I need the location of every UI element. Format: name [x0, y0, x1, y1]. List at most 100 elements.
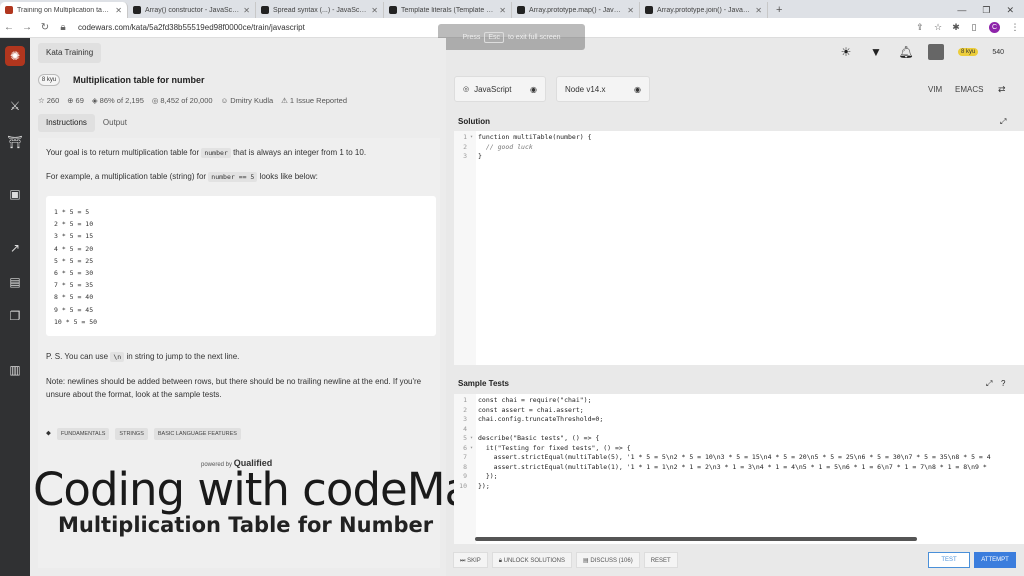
vim-mode-button[interactable]: VIM [928, 85, 942, 94]
author-stat[interactable]: ☺ Dmitry Kudla [221, 96, 274, 105]
browser-tab-bar: Training on Multiplication table for ✕ Arr… [0, 0, 1024, 18]
target-icon: ◎ [151, 96, 159, 105]
collections-stat[interactable]: ⊕ 69 [67, 96, 84, 105]
docs-book-icon[interactable]: ▥ [7, 362, 23, 378]
code-text: } [478, 152, 482, 160]
code-line: 3 chai.config.truncateThreshold=0; [454, 415, 603, 424]
language-select[interactable]: ◎ JavaScript ◉ [454, 76, 546, 102]
tab-instructions[interactable]: Instructions [38, 114, 95, 132]
sidepanel-icon[interactable]: ▯ [965, 22, 983, 33]
line-number: 3 [463, 415, 467, 423]
breadcrumb[interactable]: Kata Training [38, 43, 102, 63]
discuss-button[interactable]: ▤ DISCUSS (106) [576, 552, 640, 568]
close-tab-icon[interactable]: ✕ [371, 6, 378, 15]
video-overlay-title: Coding with codeManS [33, 463, 527, 516]
solution-expand-icon[interactable]: ⤢ [1000, 114, 1006, 130]
chevron-down-icon: ◉ [530, 84, 537, 94]
stars-stat[interactable]: ☆ 260 [38, 96, 59, 105]
satisfaction-stat: ◈ 86% of 2,195 [91, 96, 144, 105]
emacs-mode-button[interactable]: EMACS [955, 85, 983, 94]
code-text: }); [478, 481, 490, 490]
video-overlay-subtitle: Multiplication Table for Number [58, 513, 434, 537]
example-line: 8 * 5 = 40 [54, 293, 94, 302]
code-text: function multiTable(number) { [478, 133, 592, 141]
example-line: 6 * 5 = 30 [54, 269, 94, 278]
test-button[interactable]: TEST [928, 552, 970, 568]
code-line: 2 const assert = chai.assert; [454, 406, 584, 415]
code-line: 1 const chai = require("chai"); [454, 396, 592, 405]
close-tab-icon[interactable]: ✕ [755, 6, 762, 15]
code-line: 8 assert.strictEqual(multiTable(1), '1 *… [454, 463, 987, 472]
leaderboard-icon[interactable]: ↗ [7, 240, 23, 256]
bookmark-icon[interactable]: ▼ [868, 44, 884, 60]
practice-icon[interactable]: ⚔ [7, 98, 23, 114]
restore-icon[interactable]: ❐ [982, 2, 990, 18]
extensions-icon[interactable]: ✱ [947, 22, 965, 33]
profile-avatar[interactable]: C [989, 22, 1000, 33]
browser-tab-title: Array.prototype.join() - JavaScript [657, 6, 753, 14]
rank-badge: 8 kyu [958, 48, 979, 56]
tab-output[interactable]: Output [95, 114, 135, 132]
briefcase-icon[interactable]: ▣ [7, 186, 23, 202]
solution-editor[interactable]: 1 ▾ function multiTable(number) {2 // good… [454, 131, 1024, 365]
minimize-icon[interactable]: — [957, 2, 966, 18]
chevron-down-icon: ◉ [634, 84, 641, 94]
horizontal-scrollbar[interactable] [475, 537, 917, 541]
close-tab-icon[interactable]: ✕ [115, 6, 122, 15]
tag-chip[interactable]: BASIC LANGUAGE FEATURES [153, 428, 241, 440]
close-window-icon[interactable]: ✕ [1006, 2, 1014, 18]
menu-kebab-icon[interactable]: ⋮ [1006, 22, 1024, 33]
browser-tab[interactable]: Array.prototype.join() - JavaScript ✕ [640, 2, 768, 18]
bookmark-star-icon[interactable]: ☆ [929, 22, 947, 33]
browser-tab[interactable]: Template literals (Template strings ✕ [384, 2, 512, 18]
example-line: 9 * 5 = 45 [54, 305, 94, 314]
browser-tab[interactable]: Array.prototype.map() - JavaScript |✕ [512, 2, 640, 18]
close-tab-icon[interactable]: ✕ [627, 6, 634, 15]
browser-tab[interactable]: Spread syntax (...) - JavaScript | M✕ [256, 2, 384, 18]
issues-stat[interactable]: ⚠ 1 Issue Reported [281, 96, 347, 105]
example-line: 10 * 5 = 50 [54, 317, 98, 326]
avatar[interactable] [928, 44, 944, 60]
code-text: // good luck [478, 142, 533, 151]
line-number: 2 [463, 142, 467, 151]
codewars-logo-icon[interactable]: ✺ [5, 46, 25, 66]
back-icon[interactable]: ← [0, 22, 18, 33]
reload-icon[interactable]: ↻ [36, 22, 54, 33]
reset-button[interactable]: RESET [643, 552, 678, 568]
notification-bell-icon[interactable]: 🔔︎ [898, 44, 914, 60]
sample-tests-heading: Sample Tests [458, 379, 509, 388]
unlock-solutions-button[interactable]: 🔒︎ UNLOCK SOLUTIONS [491, 552, 572, 568]
forward-icon[interactable]: → [18, 22, 36, 33]
layout-toggle-icon[interactable]: ⇄ [998, 84, 1006, 95]
theme-sun-icon[interactable]: ☀ [838, 44, 854, 60]
browser-tab[interactable]: Array() constructor - JavaScript | M✕ [128, 2, 256, 18]
tag-chip[interactable]: STRINGS [115, 428, 148, 440]
code-line: 7 assert.strictEqual(multiTable(5), '1 *… [454, 453, 991, 462]
version-select[interactable]: Node v14.x ◉ [556, 76, 650, 102]
tag-chip[interactable]: FUNDAMENTALS [56, 428, 110, 440]
browser-tab-title: Training on Multiplication table for [17, 6, 113, 14]
discussion-icon[interactable]: ❐ [7, 308, 23, 324]
code-text: const chai = require("chai"); [478, 396, 592, 404]
line-number: 8 [463, 462, 467, 471]
completions-stat: ◎ 8,452 of 20,000 [151, 96, 213, 105]
user-toolbar: ☀ ▼ 🔔︎ 8 kyu 540 [838, 44, 1004, 60]
new-tab-button[interactable]: + [768, 2, 790, 18]
browser-tab[interactable]: Training on Multiplication table for ✕ [0, 2, 128, 18]
code-line: 9 }); [454, 472, 498, 481]
warning-icon: ⚠ [281, 96, 288, 105]
help-icon[interactable]: ? [1001, 376, 1005, 392]
attempt-button[interactable]: ATTEMPT [974, 552, 1016, 568]
share-icon[interactable]: ⇪ [911, 22, 929, 33]
close-tab-icon[interactable]: ✕ [499, 6, 506, 15]
sample-tests-editor[interactable]: 1 const chai = require("chai"); 2 const ass… [454, 394, 1024, 544]
star-icon: ☆ [38, 96, 45, 105]
code-text: assert.strictEqual(multiTable(1), '1 * 1… [478, 462, 987, 471]
mdn-favicon-icon [389, 6, 397, 14]
chat-icon[interactable]: ▤ [7, 274, 23, 290]
tests-expand-icon[interactable]: ⤢ [986, 376, 992, 392]
skip-button[interactable]: ⏭ SKIP [453, 552, 488, 568]
dojo-icon[interactable]: ⛩ [7, 134, 23, 150]
close-tab-icon[interactable]: ✕ [243, 6, 250, 15]
